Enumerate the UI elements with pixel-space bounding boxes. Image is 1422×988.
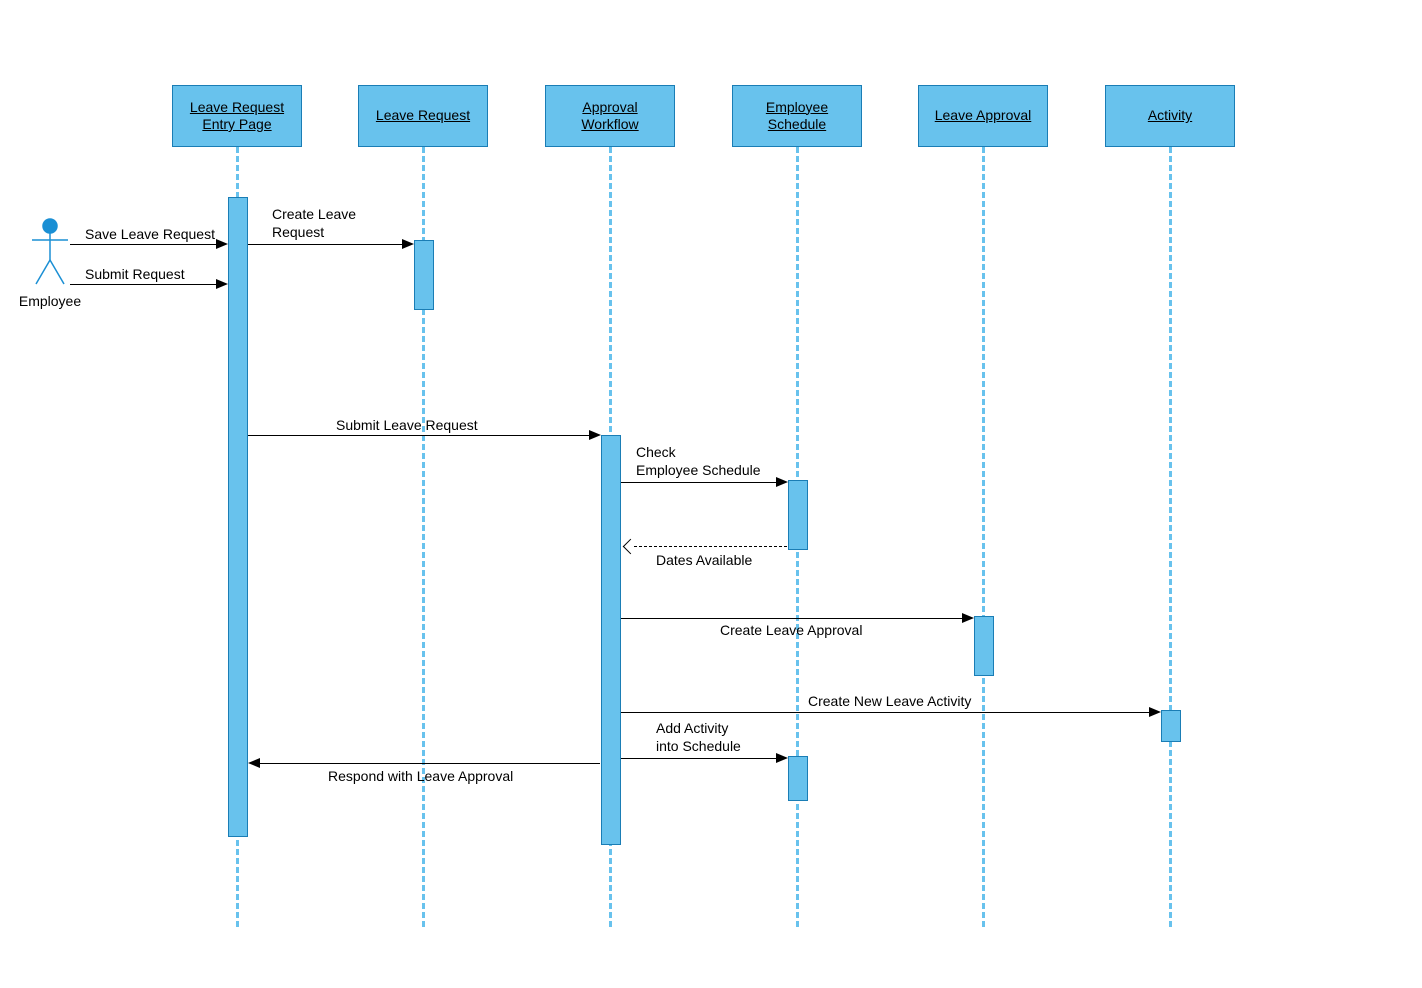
arrow-submit-request [70, 284, 216, 285]
msg-submit-request: Submit Request [85, 266, 185, 284]
participant-label: Leave Request [376, 107, 470, 125]
activation-p3 [601, 435, 621, 845]
arrowhead [776, 753, 788, 763]
participant-label: Employee Schedule [766, 99, 828, 134]
arrowhead [402, 239, 414, 249]
arrow-create-new-leave-activity [621, 712, 1149, 713]
arrow-check-employee-schedule [621, 482, 776, 483]
activation-p1 [228, 197, 248, 837]
activation-p4-2 [788, 756, 808, 801]
arrowhead [248, 758, 260, 768]
lifeline-p6 [1169, 147, 1172, 927]
arrowhead [776, 477, 788, 487]
participant-leave-request-entry-page: Leave Request Entry Page [172, 85, 302, 147]
arrow-create-leave-approval [621, 618, 962, 619]
msg-create-leave-request: Create Leave Request [272, 206, 356, 241]
msg-create-new-leave-activity: Create New Leave Activity [808, 693, 971, 711]
activation-p5 [974, 616, 994, 676]
arrowhead [216, 279, 228, 289]
msg-add-activity-into-schedule: Add Activity into Schedule [656, 720, 741, 755]
activation-p2 [414, 240, 434, 310]
participant-label: Activity [1148, 107, 1192, 125]
arrowhead [1149, 707, 1161, 717]
arrow-add-activity-into-schedule [621, 758, 776, 759]
arrowhead [589, 430, 601, 440]
activation-p6 [1161, 710, 1181, 742]
participant-leave-approval: Leave Approval [918, 85, 1048, 147]
msg-submit-leave-request: Submit Leave Request [336, 417, 478, 435]
arrow-save-leave-request [70, 244, 216, 245]
participant-activity: Activity [1105, 85, 1235, 147]
participant-employee-schedule: Employee Schedule [732, 85, 862, 147]
arrow-submit-leave-request [248, 435, 589, 436]
arrowhead [623, 539, 639, 555]
participant-approval-workflow: Approval Workflow [545, 85, 675, 147]
arrow-create-leave-request [248, 244, 402, 245]
arrow-respond-with-leave-approval [260, 763, 600, 764]
sequence-diagram: Employee Leave Request Entry Page Leave … [0, 0, 1422, 988]
actor-employee-label: Employee [15, 293, 85, 309]
msg-check-employee-schedule: Check Employee Schedule [636, 444, 761, 479]
arrowhead [216, 239, 228, 249]
arrowhead [962, 613, 974, 623]
msg-dates-available: Dates Available [656, 552, 752, 570]
msg-create-leave-approval: Create Leave Approval [720, 622, 862, 640]
msg-save-leave-request: Save Leave Request [85, 226, 215, 244]
arrow-dates-available [634, 546, 787, 547]
msg-respond-with-leave-approval: Respond with Leave Approval [328, 768, 513, 786]
activation-p4-1 [788, 480, 808, 550]
participant-label: Leave Request Entry Page [190, 99, 284, 134]
actor-employee-icon [30, 218, 70, 288]
participant-label: Leave Approval [935, 107, 1032, 125]
lifeline-p5 [982, 147, 985, 927]
participant-leave-request: Leave Request [358, 85, 488, 147]
participant-label: Approval Workflow [581, 99, 638, 134]
